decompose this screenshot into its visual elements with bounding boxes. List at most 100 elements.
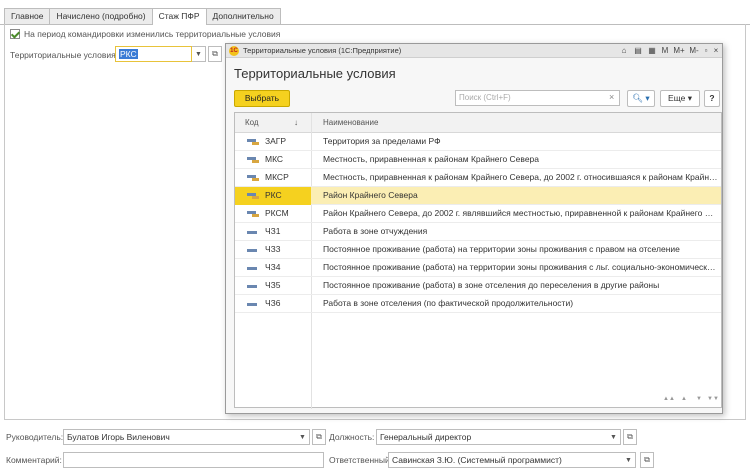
item-icon bbox=[247, 301, 259, 307]
tab-accrued-detailed[interactable]: Начислено (подробно) bbox=[49, 8, 153, 24]
position-label: Должность: bbox=[329, 432, 375, 442]
name-cell: Местность, приравненная к районам Крайне… bbox=[323, 154, 539, 164]
help-button[interactable]: ? bbox=[704, 90, 720, 107]
home-icon[interactable]: ⌂ bbox=[618, 45, 630, 57]
table-header: Код ↓ Наименование bbox=[235, 113, 721, 133]
code-cell: ЧЗ3 bbox=[265, 244, 281, 254]
column-header-name[interactable]: Наименование bbox=[323, 113, 378, 133]
chevron-down-icon: ▼ bbox=[195, 51, 202, 58]
chevron-down-icon: ▼ bbox=[610, 434, 617, 441]
tab-bar: Главное Начислено (подробно) Стаж ПФР До… bbox=[4, 8, 281, 25]
table-row[interactable]: ЧЗ6 Работа в зоне отселения (по фактическ… bbox=[235, 295, 721, 313]
tab-main[interactable]: Главное bbox=[4, 8, 51, 24]
item-icon bbox=[247, 247, 259, 253]
head-dropdown-button[interactable]: ▼ bbox=[296, 429, 310, 445]
table-row[interactable]: ЧЗ4 Постоянное проживание (работа) на тер… bbox=[235, 259, 721, 277]
responsible-open-button[interactable]: ⧉ bbox=[640, 452, 654, 468]
name-cell: Постоянное проживание (работа) на террит… bbox=[323, 244, 680, 254]
column-header-code[interactable]: Код bbox=[245, 113, 259, 133]
name-cell: Постоянное проживание (работа) на террит… bbox=[323, 262, 719, 272]
dialog-titlebar: 1С Территориальные условия (1С:Предприят… bbox=[226, 44, 722, 58]
position-open-button[interactable]: ⧉ bbox=[623, 429, 637, 445]
group-item-icon bbox=[247, 211, 259, 217]
group-item-icon bbox=[247, 157, 259, 163]
sort-arrow-icon: ↓ bbox=[294, 118, 298, 127]
head-input[interactable]: Булатов Игорь Виленович bbox=[63, 429, 298, 445]
head-label: Руководитель: bbox=[6, 432, 64, 442]
scroll-down-icon[interactable]: ▼ bbox=[693, 394, 705, 404]
clear-search-icon[interactable]: × bbox=[609, 92, 614, 102]
search-input[interactable]: Поиск (Ctrl+F) bbox=[455, 90, 620, 106]
more-button-label: Еще bbox=[668, 93, 686, 103]
print-icon[interactable]: ▤ bbox=[632, 45, 644, 57]
item-icon bbox=[247, 229, 259, 235]
open-link-icon: ⧉ bbox=[316, 432, 322, 441]
search-icon: 🔍︎ ▾ bbox=[632, 93, 650, 103]
item-icon bbox=[247, 283, 259, 289]
minimize-icon[interactable]: ▫ bbox=[702, 45, 710, 57]
territorial-change-checkbox-label: На период командировки изменились террит… bbox=[24, 29, 281, 39]
position-input[interactable]: Генеральный директор bbox=[376, 429, 609, 445]
memory-plus-button[interactable]: M+ bbox=[672, 45, 686, 57]
terr-conditions-dropdown-button[interactable]: ▼ bbox=[192, 46, 206, 62]
calendar-icon[interactable]: ▦ bbox=[646, 45, 658, 57]
select-button[interactable]: Выбрать bbox=[234, 90, 290, 107]
open-link-icon: ⧉ bbox=[212, 49, 218, 58]
terr-conditions-input[interactable]: РКС bbox=[115, 46, 192, 62]
group-item-icon bbox=[247, 139, 259, 145]
open-link-icon: ⧉ bbox=[644, 455, 650, 464]
table-row[interactable]: ЧЗ1 Работа в зоне отчуждения bbox=[235, 223, 721, 241]
item-icon bbox=[247, 265, 259, 271]
code-cell: ЧЗ1 bbox=[265, 226, 281, 236]
search-button[interactable]: 🔍︎ ▾ bbox=[627, 90, 655, 107]
scroll-up-icon[interactable]: ▲ bbox=[678, 394, 690, 404]
chevron-down-icon: ▼ bbox=[625, 457, 632, 464]
name-cell: Работа в зоне отчуждения bbox=[323, 226, 428, 236]
table-row[interactable]: МКС Местность, приравненная к районам Кра… bbox=[235, 151, 721, 169]
terr-conditions-open-button[interactable]: ⧉ bbox=[208, 46, 222, 62]
codes-table: Код ↓ Наименование ЗАГР Территория за пре… bbox=[234, 112, 722, 409]
name-cell: Территория за пределами РФ bbox=[323, 136, 441, 146]
responsible-dropdown-button[interactable]: ▼ bbox=[622, 452, 636, 468]
memory-button[interactable]: M bbox=[660, 45, 670, 57]
code-cell: ЧЗ4 bbox=[265, 262, 281, 272]
dialog-window-title: Территориальные условия (1С:Предприятие) bbox=[243, 46, 402, 55]
code-cell: РКС bbox=[265, 190, 282, 200]
name-cell: Район Крайнего Севера bbox=[323, 190, 418, 200]
more-button[interactable]: Еще ▾ bbox=[660, 90, 700, 107]
tab-additional[interactable]: Дополнительно bbox=[205, 8, 281, 24]
name-cell: Постоянное проживание (работа) в зоне от… bbox=[323, 280, 660, 290]
name-cell: Район Крайнего Севера, до 2002 г. являвш… bbox=[323, 208, 719, 218]
tab-pension-seniority[interactable]: Стаж ПФР bbox=[151, 8, 207, 25]
scroll-first-icon[interactable]: ▲▲ bbox=[663, 394, 675, 404]
territorial-change-checkbox-row[interactable]: На период командировки изменились террит… bbox=[10, 29, 280, 39]
responsible-label: Ответственный: bbox=[329, 455, 393, 465]
territorial-change-checkbox[interactable] bbox=[10, 29, 20, 39]
code-cell: ЧЗ5 bbox=[265, 280, 281, 290]
table-row[interactable]: ЗАГР Территория за пределами РФ bbox=[235, 133, 721, 151]
table-row[interactable]: ЧЗ5 Постоянное проживание (работа) в зоне… bbox=[235, 277, 721, 295]
table-row[interactable]: МКСР Местность, приравненная к районам Кр… bbox=[235, 169, 721, 187]
code-cell: МКС bbox=[265, 154, 284, 164]
table-row[interactable]: ЧЗ3 Постоянное проживание (работа) на тер… bbox=[235, 241, 721, 259]
terr-conditions-label: Территориальные условия: bbox=[10, 50, 119, 60]
close-icon[interactable]: × bbox=[711, 45, 721, 57]
name-cell: Работа в зоне отселения (по фактической … bbox=[323, 298, 574, 308]
scroll-last-icon[interactable]: ▼▼ bbox=[707, 394, 719, 404]
responsible-input[interactable]: Савинская З.Ю. (Системный программист) bbox=[388, 452, 624, 468]
app-logo-icon: 1С bbox=[229, 46, 239, 56]
table-row[interactable]: РКС Район Крайнего Севера bbox=[235, 187, 721, 205]
table-row[interactable]: РКСМ Район Крайнего Севера, до 2002 г. яв… bbox=[235, 205, 721, 223]
code-cell: РКСМ bbox=[265, 208, 289, 218]
dialog-heading: Территориальные условия bbox=[234, 66, 396, 81]
chevron-down-icon: ▼ bbox=[299, 434, 306, 441]
memory-minus-button[interactable]: M- bbox=[688, 45, 700, 57]
position-dropdown-button[interactable]: ▼ bbox=[607, 429, 621, 445]
group-item-icon bbox=[247, 193, 259, 199]
comment-input[interactable] bbox=[63, 452, 324, 468]
head-open-button[interactable]: ⧉ bbox=[312, 429, 326, 445]
selection-dialog: 1С Территориальные условия (1С:Предприят… bbox=[225, 43, 723, 414]
code-cell: МКСР bbox=[265, 172, 289, 182]
group-item-icon bbox=[247, 175, 259, 181]
terr-conditions-value: РКС bbox=[119, 49, 138, 59]
